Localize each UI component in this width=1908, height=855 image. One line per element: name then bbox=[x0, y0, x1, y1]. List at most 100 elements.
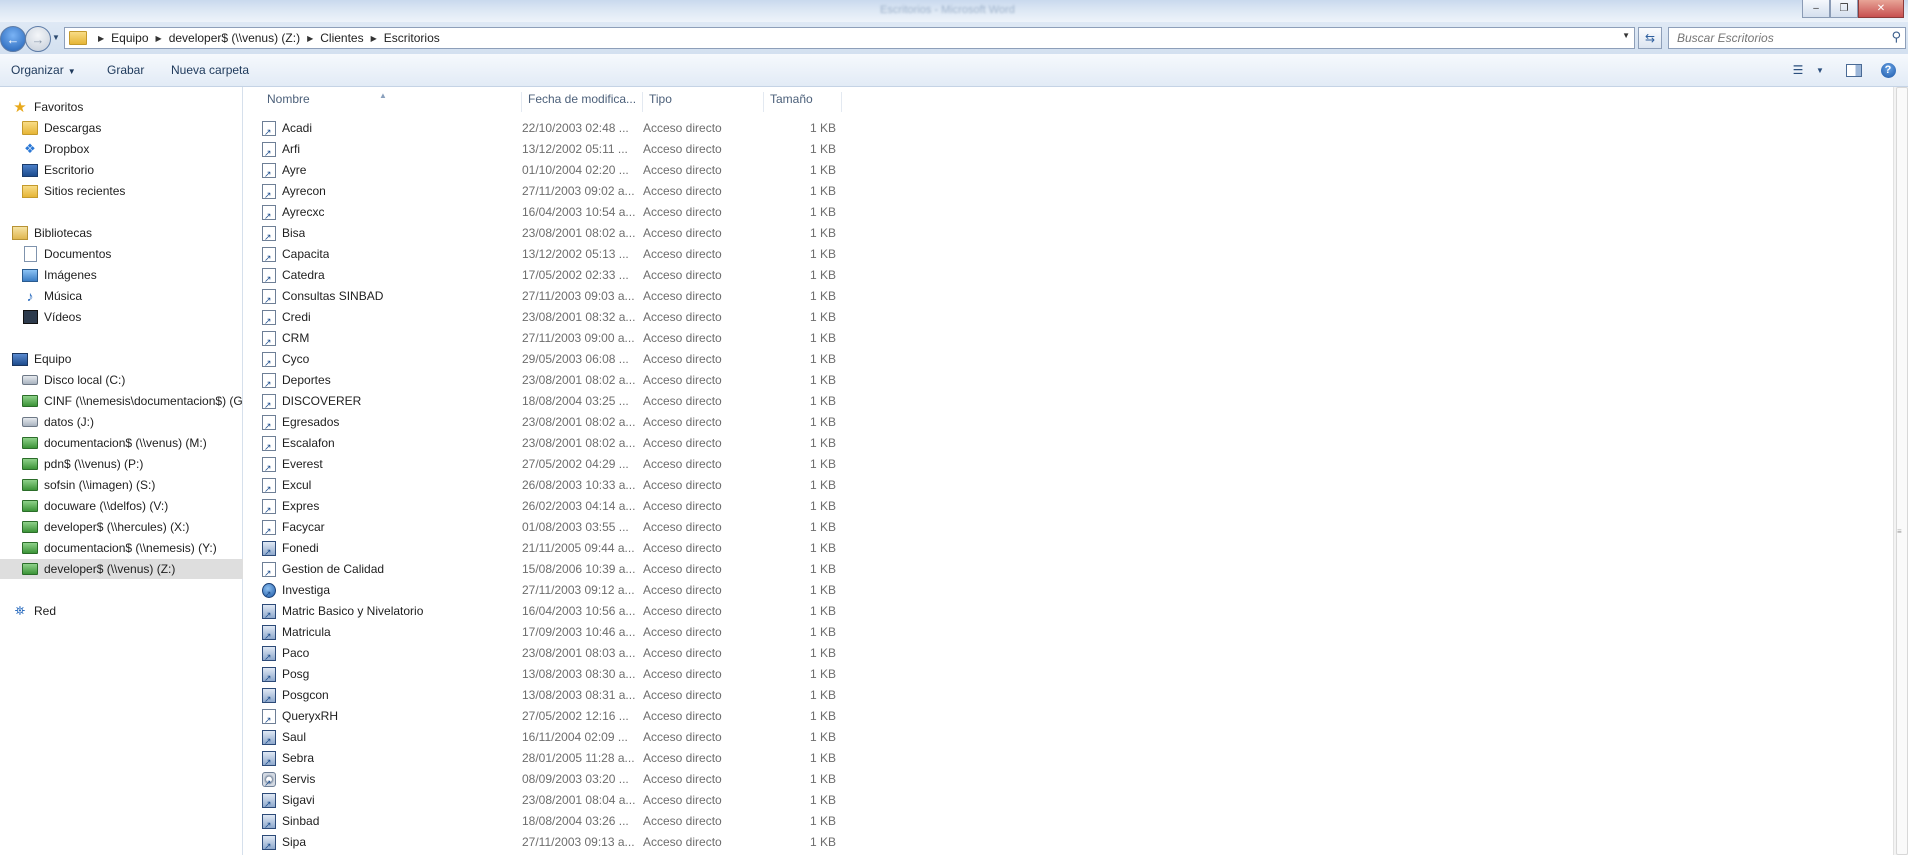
file-size: 1 KB bbox=[809, 121, 836, 135]
scrollbar-thumb[interactable] bbox=[1896, 87, 1908, 855]
nav-item-drive-g[interactable]: CINF (\\nemesis\documentacion$) (G:) bbox=[0, 391, 264, 411]
nav-item-musica[interactable]: ♪ Música bbox=[0, 286, 264, 306]
nav-item-drive-s[interactable]: sofsin (\\imagen) (S:) bbox=[0, 475, 264, 495]
forward-button[interactable]: → bbox=[25, 26, 51, 52]
file-row[interactable]: Sinbad 18/08/2004 03:26 ... Acceso directo… bbox=[243, 811, 843, 832]
file-row[interactable]: Servis 08/09/2003 03:20 ... Acceso directo… bbox=[243, 769, 843, 790]
file-row[interactable]: Acadi 22/10/2003 02:48 ... Acceso directo 1… bbox=[243, 118, 843, 139]
nav-item-descargas[interactable]: Descargas bbox=[0, 118, 264, 138]
recent-pages-dropdown[interactable]: ▼ bbox=[52, 33, 60, 42]
chevron-down-icon[interactable]: ▼ bbox=[1815, 62, 1825, 78]
file-row[interactable]: Matric Basico y Nivelatorio 16/04/2003 10… bbox=[243, 601, 843, 622]
organize-button[interactable]: Organizar ▼ bbox=[11, 63, 76, 77]
file-row[interactable]: Sebra 28/01/2005 11:28 a... Acceso directo… bbox=[243, 748, 843, 769]
file-row[interactable]: Capacita 13/12/2002 05:13 ... Acceso direc… bbox=[243, 244, 843, 265]
file-row[interactable]: Facycar 01/08/2003 03:55 ... Acceso direct… bbox=[243, 517, 843, 538]
nav-item-documentos[interactable]: Documentos bbox=[0, 244, 264, 264]
file-row[interactable]: DISCOVERER 18/08/2004 03:25 ... Acceso dir… bbox=[243, 391, 843, 412]
help-button[interactable]: ? bbox=[1880, 62, 1896, 78]
file-row[interactable]: Sipa 27/11/2003 09:13 a... Acceso directo 1… bbox=[243, 832, 843, 853]
breadcrumb-equipo[interactable]: Equipo bbox=[111, 31, 148, 45]
breadcrumb-developer-z[interactable]: developer$ (\\venus) (Z:) bbox=[169, 31, 300, 45]
file-row[interactable]: Ayre 01/10/2004 02:20 ... Acceso directo 1 … bbox=[243, 160, 843, 181]
nav-computer[interactable]: Equipo bbox=[0, 349, 254, 369]
file-row[interactable]: Escalafon 23/08/2001 08:02 a... Acceso dir… bbox=[243, 433, 843, 454]
address-bar[interactable]: ▶ Equipo ▶ developer$ (\\venus) (Z:) ▶ C… bbox=[64, 27, 1635, 49]
preview-pane-button[interactable] bbox=[1846, 62, 1862, 78]
file-type: Acceso directo bbox=[643, 205, 722, 219]
file-row[interactable]: Ayrecxc 16/04/2003 10:54 a... Acceso direc… bbox=[243, 202, 843, 223]
file-row[interactable]: Saul 16/11/2004 02:09 ... Acceso directo 1 … bbox=[243, 727, 843, 748]
column-header-size[interactable]: Tamaño bbox=[764, 92, 842, 112]
burn-button[interactable]: Grabar bbox=[107, 63, 144, 77]
search-input[interactable] bbox=[1675, 30, 1879, 46]
nav-item-videos[interactable]: Vídeos bbox=[0, 307, 264, 327]
file-row[interactable]: Sigavi 23/08/2001 08:04 a... Acceso direct… bbox=[243, 790, 843, 811]
file-row[interactable]: QueryxRH 27/05/2002 12:16 ... Acceso direc… bbox=[243, 706, 843, 727]
nav-item-drive-c[interactable]: Disco local (C:) bbox=[0, 370, 264, 390]
file-type: Acceso directo bbox=[643, 184, 722, 198]
new-folder-button[interactable]: Nueva carpeta bbox=[171, 63, 249, 77]
nav-item-sitios-recientes[interactable]: Sitios recientes bbox=[0, 181, 264, 201]
nav-libraries-label: Bibliotecas bbox=[34, 226, 93, 240]
file-row[interactable]: Investiga 27/11/2003 09:12 a... Acceso dir… bbox=[243, 580, 843, 601]
file-date: 27/11/2003 09:02 a... bbox=[522, 184, 635, 198]
chevron-right-icon[interactable]: ▶ bbox=[156, 34, 162, 43]
breadcrumb-escritorios[interactable]: Escritorios bbox=[384, 31, 440, 45]
nav-item-drive-j[interactable]: datos (J:) bbox=[0, 412, 264, 432]
file-row[interactable]: Gestion de Calidad 15/08/2006 10:39 a... A… bbox=[243, 559, 843, 580]
file-row[interactable]: Expres 26/02/2003 04:14 a... Acceso direct… bbox=[243, 496, 843, 517]
nav-favorites[interactable]: ★ Favoritos bbox=[0, 97, 254, 117]
file-row[interactable]: Matricula 17/09/2003 10:46 a... Acceso dir… bbox=[243, 622, 843, 643]
nav-network[interactable]: ⛯ Red bbox=[0, 601, 254, 621]
nav-item-imagenes[interactable]: Imágenes bbox=[0, 265, 264, 285]
nav-item-drive-p[interactable]: pdn$ (\\venus) (P:) bbox=[0, 454, 264, 474]
breadcrumb-clientes[interactable]: Clientes bbox=[320, 31, 363, 45]
nav-item-dropbox[interactable]: ❖ Dropbox bbox=[0, 139, 264, 159]
nav-libraries[interactable]: Bibliotecas bbox=[0, 223, 254, 243]
file-row[interactable]: Egresados 23/08/2001 08:02 a... Acceso dir… bbox=[243, 412, 843, 433]
file-size: 1 KB bbox=[809, 373, 836, 387]
refresh-button[interactable]: ⇆ bbox=[1638, 27, 1662, 49]
maximize-button[interactable]: ❐ bbox=[1830, 0, 1858, 18]
file-size: 1 KB bbox=[809, 499, 836, 513]
file-row[interactable]: Posg 13/08/2003 08:30 a... Acceso directo 1… bbox=[243, 664, 843, 685]
file-row[interactable]: Bisa 23/08/2001 08:02 a... Acceso directo 1… bbox=[243, 223, 843, 244]
chevron-right-icon[interactable]: ▶ bbox=[307, 34, 313, 43]
file-row[interactable]: Paco 23/08/2001 08:03 a... Acceso directo 1… bbox=[243, 643, 843, 664]
chevron-right-icon[interactable]: ▶ bbox=[371, 34, 377, 43]
file-row[interactable]: Cyco 29/05/2003 06:08 ... Acceso directo 1 … bbox=[243, 349, 843, 370]
network-drive-icon bbox=[22, 456, 38, 472]
nav-item-drive-v[interactable]: docuware (\\delfos) (V:) bbox=[0, 496, 264, 516]
chevron-right-icon[interactable]: ▶ bbox=[98, 34, 104, 43]
folder-icon bbox=[69, 31, 87, 45]
file-row[interactable]: Consultas SINBAD 27/11/2003 09:03 a... Acc… bbox=[243, 286, 843, 307]
column-header-name[interactable]: Nombre ▲ bbox=[261, 91, 522, 112]
nav-item-escritorio[interactable]: Escritorio bbox=[0, 160, 264, 180]
nav-item-drive-x[interactable]: developer$ (\\hercules) (X:) bbox=[0, 517, 264, 537]
app-shortcut-icon bbox=[262, 793, 276, 810]
file-row[interactable]: Arfi 13/12/2002 05:11 ... Acceso directo 1 … bbox=[243, 139, 843, 160]
file-row[interactable]: Credi 23/08/2001 08:32 a... Acceso directo… bbox=[243, 307, 843, 328]
vertical-scrollbar[interactable]: ≡ bbox=[1893, 87, 1908, 855]
column-header-date[interactable]: Fecha de modifica... bbox=[522, 92, 643, 112]
nav-item-drive-z[interactable]: developer$ (\\venus) (Z:) bbox=[0, 559, 264, 579]
search-box[interactable]: ⚲ bbox=[1668, 27, 1906, 49]
nav-item-drive-y[interactable]: documentacion$ (\\nemesis) (Y:) bbox=[0, 538, 264, 558]
search-icon[interactable]: ⚲ bbox=[1891, 29, 1901, 45]
file-row[interactable]: Fonedi 21/11/2005 09:44 a... Acceso direct… bbox=[243, 538, 843, 559]
file-row[interactable]: CRM 27/11/2003 09:00 a... Acceso directo 1 … bbox=[243, 328, 843, 349]
file-row[interactable]: Everest 27/05/2002 04:29 ... Acceso direct… bbox=[243, 454, 843, 475]
file-row[interactable]: Deportes 23/08/2001 08:02 a... Acceso dire… bbox=[243, 370, 843, 391]
close-button[interactable]: ✕ bbox=[1858, 0, 1904, 18]
file-row[interactable]: Catedra 17/05/2002 02:33 ... Acceso direct… bbox=[243, 265, 843, 286]
file-row[interactable]: Excul 26/08/2003 10:33 a... Acceso directo… bbox=[243, 475, 843, 496]
column-header-type[interactable]: Tipo bbox=[643, 92, 764, 112]
file-row[interactable]: Posgcon 13/08/2003 08:31 a... Acceso direc… bbox=[243, 685, 843, 706]
nav-item-drive-m[interactable]: documentacion$ (\\venus) (M:) bbox=[0, 433, 264, 453]
view-options-icon[interactable]: ☰ bbox=[1789, 62, 1807, 78]
minimize-button[interactable]: – bbox=[1802, 0, 1830, 18]
back-button[interactable]: ← bbox=[0, 26, 26, 52]
file-row[interactable]: Ayrecon 27/11/2003 09:02 a... Acceso direc… bbox=[243, 181, 843, 202]
address-history-dropdown[interactable]: ▼ bbox=[1622, 31, 1630, 40]
